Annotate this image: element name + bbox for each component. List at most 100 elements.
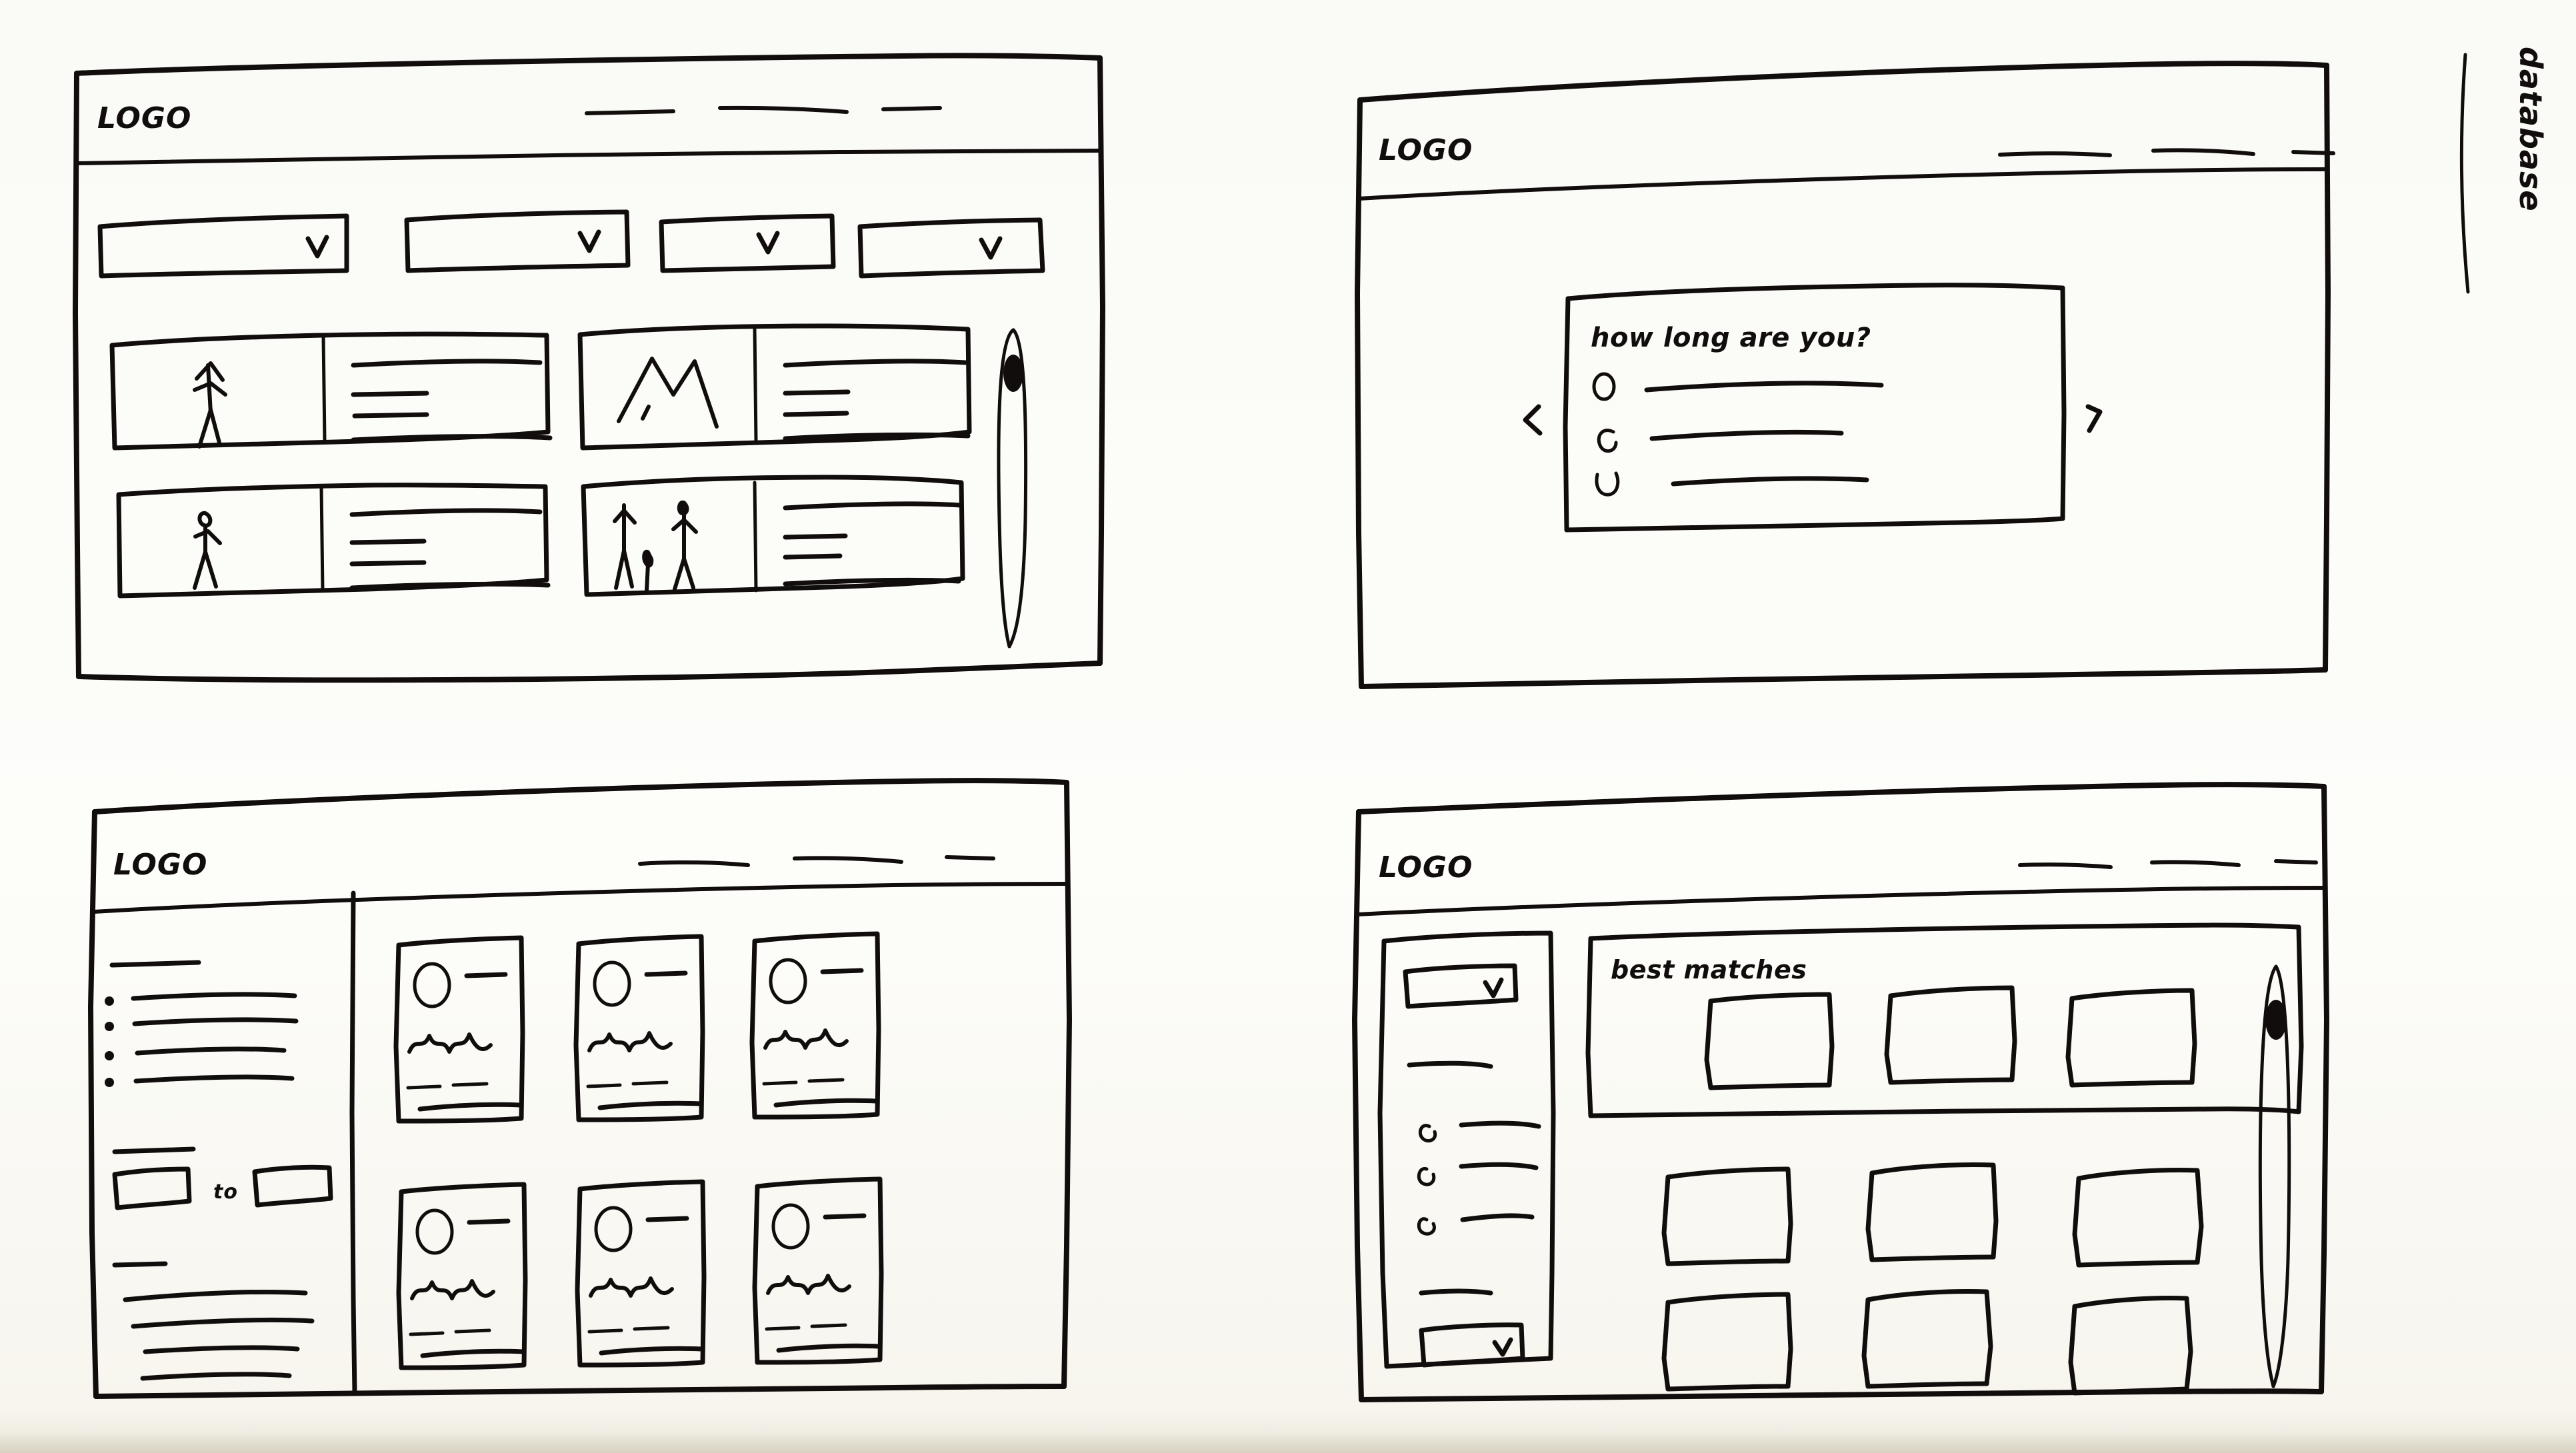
result-card[interactable]	[581, 475, 965, 597]
avatar-icon	[771, 1203, 810, 1250]
sidebar-panel	[1377, 930, 1556, 1369]
bullet-icon	[105, 996, 114, 1006]
scrollbar-thumb	[2265, 1000, 2287, 1040]
filter-dropdown-4[interactable]	[857, 217, 1045, 279]
result-card[interactable]	[116, 483, 551, 599]
avatar-icon	[413, 962, 451, 1008]
avatar-icon	[594, 1206, 633, 1252]
annotation-label: database	[2513, 47, 2549, 212]
sidebar-list-item[interactable]	[105, 992, 297, 1006]
card-text-squiggle	[410, 1279, 495, 1300]
wireframe-panel-filtered: LOGO to	[60, 766, 1167, 1440]
card-text-squiggle	[407, 1032, 493, 1054]
placeholder-card[interactable]	[1661, 1292, 1793, 1392]
scrollbar-vertical[interactable]	[2258, 964, 2291, 1388]
wireframe-panel-question: LOGO how long are you?	[1333, 27, 2373, 707]
option-answer-line	[1671, 476, 1869, 487]
placeholder-card[interactable]	[2068, 1296, 2193, 1396]
best-matches-section: best matches	[1585, 922, 2304, 1118]
figure-standing-icon	[193, 361, 227, 449]
radio-icon	[1597, 429, 1618, 453]
bullet-icon	[105, 1022, 114, 1031]
range-to-label: to	[213, 1180, 238, 1204]
card-name-line	[820, 968, 864, 974]
logo-text: LOGO	[97, 101, 191, 135]
best-match-card[interactable]	[1704, 992, 1835, 1090]
placeholder-card[interactable]	[2072, 1168, 2204, 1268]
bullet-icon	[105, 1051, 114, 1060]
filter-dropdown-3[interactable]	[659, 213, 836, 273]
sidebar-radio-item[interactable]	[1418, 1120, 1541, 1143]
logo-text: LOGO	[1379, 850, 1473, 884]
option-answer-line	[1649, 429, 1844, 441]
sidebar-dropdown-top[interactable]	[1403, 963, 1519, 1009]
range-from-input[interactable]	[112, 1166, 192, 1210]
result-card[interactable]	[749, 931, 881, 1120]
figure-group-icon	[613, 500, 698, 593]
card-text-squiggle	[589, 1276, 674, 1298]
wireframe-panel-matches: LOGO best matches	[1327, 766, 2393, 1440]
figure-walking-icon	[193, 511, 222, 590]
result-card[interactable]	[577, 323, 972, 451]
best-match-card[interactable]	[2065, 988, 2197, 1088]
next-arrow-icon[interactable]	[2085, 404, 2103, 433]
best-match-card[interactable]	[1884, 985, 2017, 1085]
radio-option[interactable]	[1592, 372, 1884, 401]
card-text-squiggle	[766, 1274, 851, 1295]
sidebar-list-item[interactable]	[105, 1017, 299, 1031]
radio-icon	[1595, 471, 1620, 497]
scrollbar-vertical[interactable]	[997, 328, 1028, 649]
avatar-icon	[415, 1208, 454, 1255]
results-grid	[1661, 1162, 2204, 1396]
card-name-line	[464, 972, 508, 978]
avatar-icon	[593, 960, 631, 1007]
question-dialog: how long are you?	[1563, 283, 2067, 533]
sidebar-dropdown-bottom[interactable]	[1419, 1322, 1525, 1368]
logo-text: LOGO	[113, 848, 207, 882]
radio-icon	[1417, 1166, 1436, 1186]
bullet-icon	[105, 1078, 114, 1087]
sidebar-second-label	[112, 1261, 168, 1268]
prev-arrow-icon[interactable]	[1523, 404, 1543, 436]
range-label	[112, 1146, 196, 1154]
range-to-input[interactable]	[252, 1164, 333, 1208]
sidebar-radio-item[interactable]	[1417, 1213, 1535, 1236]
filter-dropdown-1[interactable]	[97, 213, 349, 279]
result-card[interactable]	[573, 934, 705, 1122]
radio-icon	[1417, 1217, 1436, 1236]
radio-option[interactable]	[1597, 429, 1844, 453]
wireframe-panel-browse: LOGO	[53, 27, 1133, 707]
filter-dropdown-2[interactable]	[404, 209, 631, 273]
option-answer-line	[1644, 381, 1884, 393]
card-name-line	[644, 970, 688, 977]
radio-option[interactable]	[1595, 471, 1869, 497]
result-card[interactable]	[109, 331, 553, 451]
sidebar: to	[105, 960, 333, 1381]
card-name-line	[823, 1213, 867, 1220]
mountain-peaks-icon	[617, 357, 719, 429]
sidebar-list-item[interactable]	[105, 1074, 295, 1087]
card-text-squiggle	[763, 1028, 849, 1050]
avatar-icon	[769, 958, 807, 1004]
annotation-underline	[2459, 53, 2470, 294]
sidebar-radio-item[interactable]	[1417, 1162, 1539, 1186]
placeholder-card[interactable]	[1861, 1289, 1993, 1389]
sidebar-section-label	[109, 960, 201, 968]
placeholder-card[interactable]	[1865, 1162, 1999, 1262]
card-name-line	[467, 1218, 511, 1225]
card-text-squiggle	[587, 1031, 673, 1052]
sidebar-list-item[interactable]	[105, 1046, 287, 1060]
annotation-database: database	[2393, 20, 2567, 320]
placeholder-card[interactable]	[1661, 1166, 1793, 1266]
dialog-question: how long are you?	[1591, 323, 1871, 353]
result-card[interactable]	[752, 1176, 884, 1365]
logo-text: LOGO	[1379, 133, 1473, 167]
result-card[interactable]	[575, 1179, 707, 1368]
card-name-line	[645, 1216, 689, 1222]
result-card[interactable]	[393, 935, 525, 1124]
best-matches-heading: best matches	[1611, 955, 1807, 984]
result-card[interactable]	[396, 1182, 528, 1370]
radio-icon	[1592, 372, 1616, 401]
radio-icon	[1418, 1124, 1437, 1143]
scrollbar-thumb	[1003, 355, 1023, 392]
